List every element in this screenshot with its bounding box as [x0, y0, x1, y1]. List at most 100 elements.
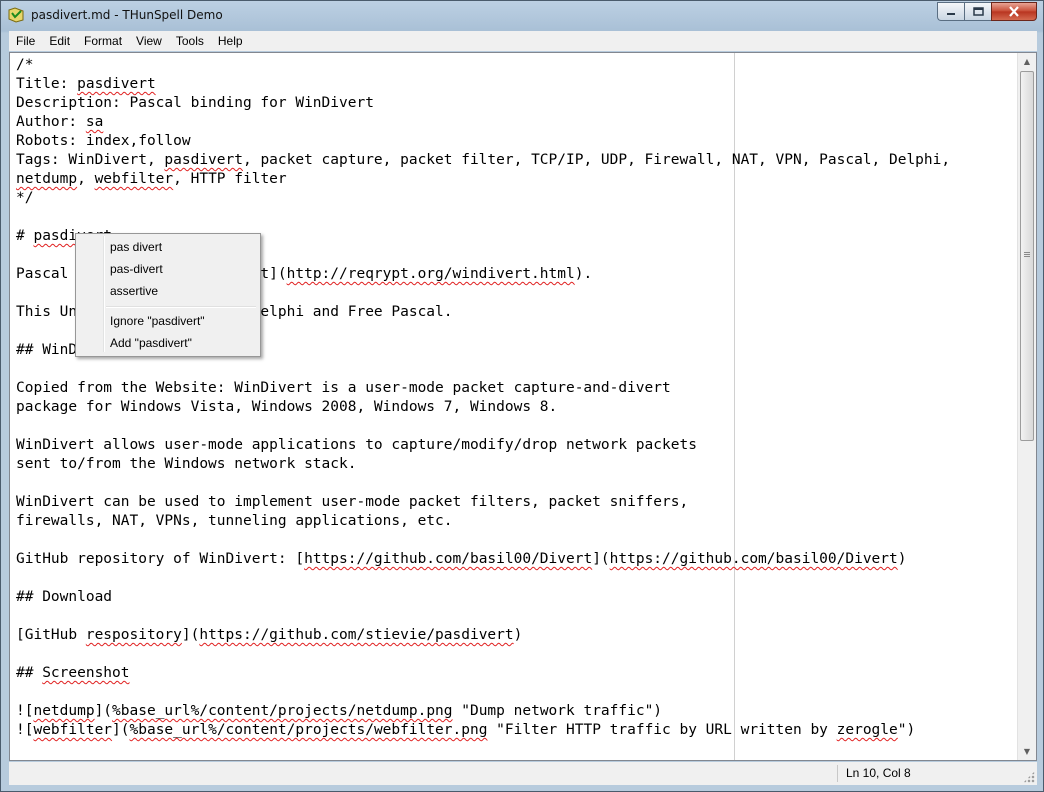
title-bar[interactable]: pasdivert.md - THunSpell Demo	[1, 1, 1043, 31]
ignore-word-item[interactable]: Ignore "pasdivert"	[110, 311, 205, 331]
editor-line: Tags: WinDivert, pasdivert, packet captu…	[16, 151, 950, 170]
menu-view[interactable]: View	[129, 31, 169, 51]
text-run: ](	[592, 551, 610, 567]
editor-line: ![webfilter](%base_url%/content/projects…	[16, 721, 915, 740]
misspelled-word: respository	[85, 627, 182, 643]
editor-line: sent to/from the Windows network stack.	[16, 455, 356, 474]
text-run: ](	[181, 627, 200, 643]
cursor-position: Ln 10, Col 8	[837, 765, 1036, 782]
text-run: "Filter HTTP traffic by URL written by	[487, 722, 837, 738]
text-run: ##	[16, 665, 43, 681]
minimize-icon	[947, 12, 955, 15]
editor-line: GitHub repository of WinDivert: [https:/…	[16, 550, 906, 569]
misspelled-word: Screenshot	[42, 665, 130, 681]
text-run: firewalls, NAT, VPNs, tunneling applicat…	[16, 513, 453, 529]
caption-buttons	[937, 2, 1037, 21]
window-title: pasdivert.md - THunSpell Demo	[31, 8, 223, 22]
scroll-thumb[interactable]	[1020, 71, 1034, 441]
menu-format[interactable]: Format	[77, 31, 129, 51]
editor-line: Title: pasdivert	[16, 75, 156, 94]
editor-line: ## Screenshot	[16, 664, 130, 683]
editor-line: ![netdump](%base_url%/content/projects/n…	[16, 702, 662, 721]
misspelled-word: webfilter	[94, 171, 174, 187]
misspelled-word: http://reqrypt.org/windivert.html	[286, 266, 575, 282]
text-run: ")	[897, 722, 916, 738]
editor-line: netdump, webfilter, HTTP filter	[16, 170, 287, 189]
misspelled-word: %base_url%/content/projects/netdump.png	[112, 703, 453, 719]
editor-line: package for Windows Vista, Windows 2008,…	[16, 398, 557, 417]
misspelled-word: pasdivert	[164, 152, 243, 168]
menu-edit[interactable]: Edit	[42, 31, 77, 51]
app-icon	[7, 7, 25, 23]
menu-bar: File Edit Format View Tools Help	[9, 31, 1037, 51]
text-run: ![	[16, 722, 34, 738]
editor-line: WinDivert can be used to implement user-…	[16, 493, 688, 512]
text-run: Title:	[16, 76, 78, 92]
text-run: ](	[112, 722, 130, 738]
menu-separator	[106, 306, 256, 308]
menu-tools[interactable]: Tools	[169, 31, 211, 51]
scroll-down-arrow-icon[interactable]: ▼	[1018, 743, 1036, 760]
misspelled-word: netdump	[16, 171, 78, 187]
close-icon	[1009, 6, 1019, 17]
text-run: ![	[16, 703, 34, 719]
scroll-up-arrow-icon[interactable]: ▲	[1018, 53, 1036, 70]
text-run: )	[513, 627, 523, 643]
text-editor[interactable]: /* Title: pasdivert Description: Pascal bi…	[10, 53, 1018, 760]
text-run: ,	[77, 171, 95, 187]
text-run: Author:	[16, 114, 86, 130]
text-run: #	[16, 228, 34, 244]
editor-line: WinDivert allows user-mode applications …	[16, 436, 697, 455]
menu-help[interactable]: Help	[211, 31, 250, 51]
text-run: ](	[94, 703, 113, 719]
editor-line: [GitHub respository](https://github.com/…	[16, 626, 522, 645]
text-run: ## Download	[16, 589, 113, 605]
close-button[interactable]	[991, 2, 1037, 21]
status-bar: Ln 10, Col 8	[9, 762, 1037, 785]
text-run: Copied from the Website: WinDivert is a …	[16, 380, 671, 396]
text-run: "Dump network traffic")	[452, 703, 663, 719]
menu-file[interactable]: File	[9, 31, 42, 51]
editor-frame: /* Title: pasdivert Description: Pascal bi…	[9, 52, 1037, 761]
editor-line: Copied from the Website: WinDivert is a …	[16, 379, 671, 398]
misspelled-word: sa	[85, 114, 104, 130]
text-run: Description: Pascal binding for WinDiver…	[16, 95, 374, 111]
text-run: ).	[574, 266, 593, 282]
misspelled-word: https://github.com/basil00/Divert	[609, 551, 898, 567]
suggestion-pas-divert[interactable]: pas divert	[110, 237, 162, 257]
misspelled-word: pasdivert	[77, 76, 156, 92]
vertical-scrollbar[interactable]: ▲ ▼	[1017, 53, 1036, 760]
text-run: */	[16, 190, 34, 206]
suggestion-pas-hyphen-divert[interactable]: pas-divert	[110, 259, 163, 279]
add-word-item[interactable]: Add "pasdivert"	[110, 333, 192, 353]
app-window: pasdivert.md - THunSpell Demo File Edit …	[0, 0, 1044, 792]
text-run: [GitHub	[16, 627, 86, 643]
spelling-context-menu: pas divert pas-divert assertive Ignore "…	[75, 233, 261, 357]
misspelled-word: webfilter	[33, 722, 113, 738]
misspelled-word: https://github.com/basil00/Divert	[304, 551, 593, 567]
text-run: Tags: WinDivert,	[16, 152, 165, 168]
text-run: /*	[16, 57, 34, 73]
maximize-button[interactable]	[964, 2, 991, 21]
text-run: WinDivert can be used to implement user-…	[16, 494, 689, 510]
text-run: , packet capture, packet filter, TCP/IP,…	[242, 152, 951, 168]
text-run: package for Windows Vista, Windows 2008,…	[16, 399, 558, 415]
misspelled-word: zerogle	[836, 722, 898, 738]
maximize-icon	[972, 7, 984, 16]
text-run: Robots: index,follow	[16, 133, 191, 149]
misspelled-word: netdump	[33, 703, 95, 719]
editor-line: Author: sa	[16, 113, 103, 132]
text-run: sent to/from the Windows network stack.	[16, 456, 357, 472]
editor-line: */	[16, 189, 33, 208]
editor-line: /*	[16, 56, 33, 75]
suggestion-assertive[interactable]: assertive	[110, 281, 158, 301]
misspelled-word: %base_url%/content/projects/webfilter.pn…	[129, 722, 488, 738]
minimize-button[interactable]	[937, 2, 964, 21]
misspelled-word: https://github.com/stievie/pasdivert	[199, 627, 514, 643]
editor-line: Description: Pascal binding for WinDiver…	[16, 94, 374, 113]
editor-line: firewalls, NAT, VPNs, tunneling applicat…	[16, 512, 453, 531]
text-run: , HTTP filter	[173, 171, 287, 187]
editor-line: ## Download	[16, 588, 112, 607]
text-run: WinDivert allows user-mode applications …	[16, 437, 697, 453]
text-run: GitHub repository of WinDivert: [	[16, 551, 305, 567]
